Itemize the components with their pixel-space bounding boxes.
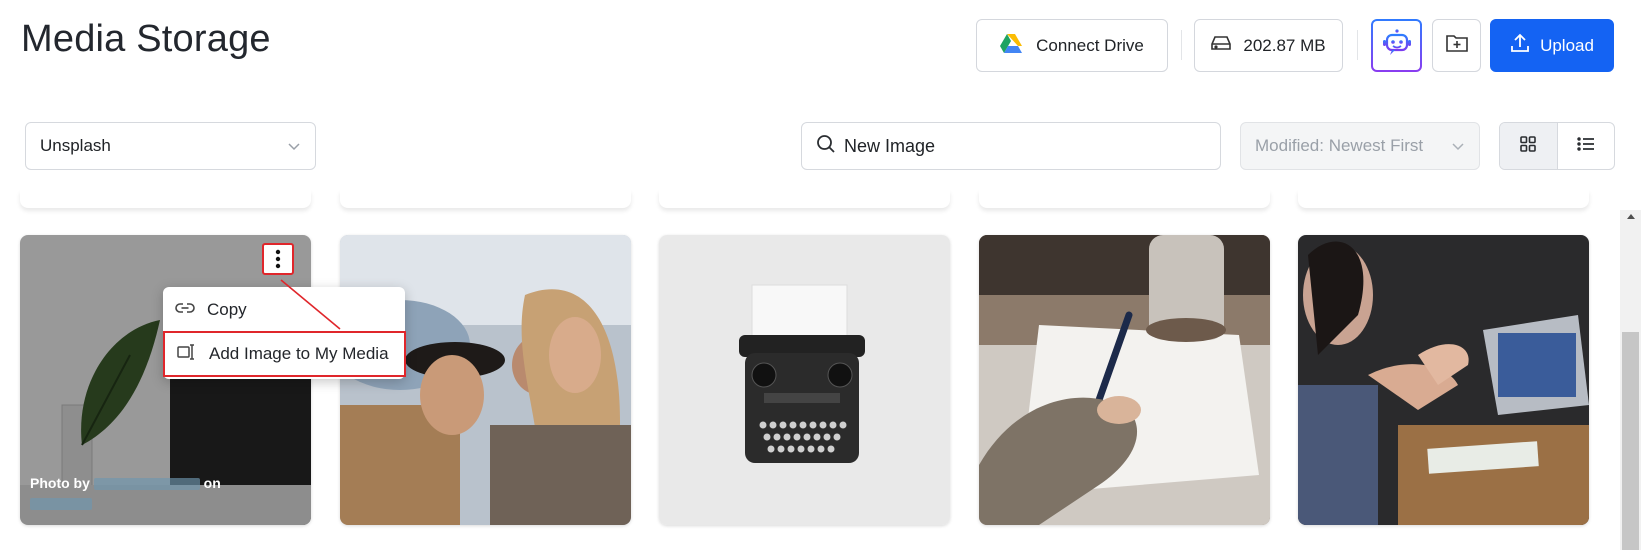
meeting-photo <box>1298 235 1589 525</box>
more-options-button[interactable] <box>262 243 294 275</box>
view-toggle <box>1499 122 1615 170</box>
photographer-name-redacted[interactable] <box>93 478 200 491</box>
robot-icon <box>1382 29 1412 62</box>
media-card-friends[interactable] <box>340 235 631 525</box>
grid-view-button[interactable] <box>1500 123 1558 169</box>
upload-icon <box>1510 33 1530 58</box>
link-icon <box>175 300 195 320</box>
media-card-previous-row <box>1298 190 1589 208</box>
list-icon <box>1577 136 1595 157</box>
media-card-writing[interactable] <box>979 235 1270 525</box>
chevron-down-icon <box>1451 136 1465 156</box>
search-input[interactable] <box>844 135 1204 157</box>
menu-item-add-to-my-media[interactable]: Add Image to My Media <box>163 331 406 377</box>
media-card-plant[interactable]: Photo by on <box>20 235 311 525</box>
source-link-redacted[interactable] <box>30 498 92 511</box>
search-icon <box>816 134 836 159</box>
storage-used-value: 202.87 MB <box>1243 35 1326 55</box>
folder-plus-icon <box>1445 33 1468 58</box>
page-title: Media Storage <box>21 18 271 60</box>
menu-item-copy[interactable]: Copy <box>163 289 405 331</box>
credit-suffix: on <box>203 475 221 491</box>
card-context-menu: Copy Add Image to My Media <box>163 287 406 379</box>
new-folder-button[interactable] <box>1432 19 1481 72</box>
media-card-typewriter[interactable] <box>659 235 950 525</box>
media-card-previous-row <box>340 190 631 208</box>
header-divider <box>1181 30 1182 60</box>
add-media-icon <box>177 343 197 366</box>
connect-drive-button[interactable]: Connect Drive <box>976 19 1168 72</box>
media-card-previous-row <box>20 190 311 208</box>
header-divider <box>1357 30 1358 60</box>
media-card-previous-row <box>659 190 950 208</box>
friends-photo <box>340 235 631 525</box>
chevron-down-icon <box>287 136 301 156</box>
source-select[interactable]: Unsplash <box>25 122 316 170</box>
hard-drive-icon <box>1211 35 1232 56</box>
list-view-button[interactable] <box>1558 123 1615 169</box>
upload-button[interactable]: Upload <box>1490 19 1614 72</box>
connect-drive-label: Connect Drive <box>1036 35 1144 55</box>
grid-scrollbar[interactable] <box>1620 210 1641 550</box>
typewriter-photo <box>659 235 950 525</box>
scrollbar-thumb[interactable] <box>1622 332 1639 550</box>
source-selected-value: Unsplash <box>40 136 111 155</box>
upload-label: Upload <box>1540 35 1594 55</box>
ai-assistant-button[interactable] <box>1371 19 1422 72</box>
storage-usage-button[interactable]: 202.87 MB <box>1194 19 1343 72</box>
google-drive-icon <box>1000 33 1023 58</box>
scroll-up-arrow-icon[interactable] <box>1620 212 1641 224</box>
writing-photo <box>979 235 1270 525</box>
search-field[interactable] <box>801 122 1221 170</box>
media-card-previous-row <box>979 190 1270 208</box>
menu-item-add-label: Add Image to My Media <box>209 344 389 363</box>
menu-item-copy-label: Copy <box>207 300 247 319</box>
credit-prefix: Photo by <box>30 475 90 491</box>
vertical-dots-icon <box>275 249 281 269</box>
grid-icon <box>1519 135 1537 158</box>
sort-select[interactable]: Modified: Newest First <box>1240 122 1480 170</box>
media-card-meeting[interactable] <box>1298 235 1589 525</box>
sort-selected-value: Modified: Newest First <box>1255 136 1424 155</box>
photo-credit: Photo by on <box>30 473 221 513</box>
